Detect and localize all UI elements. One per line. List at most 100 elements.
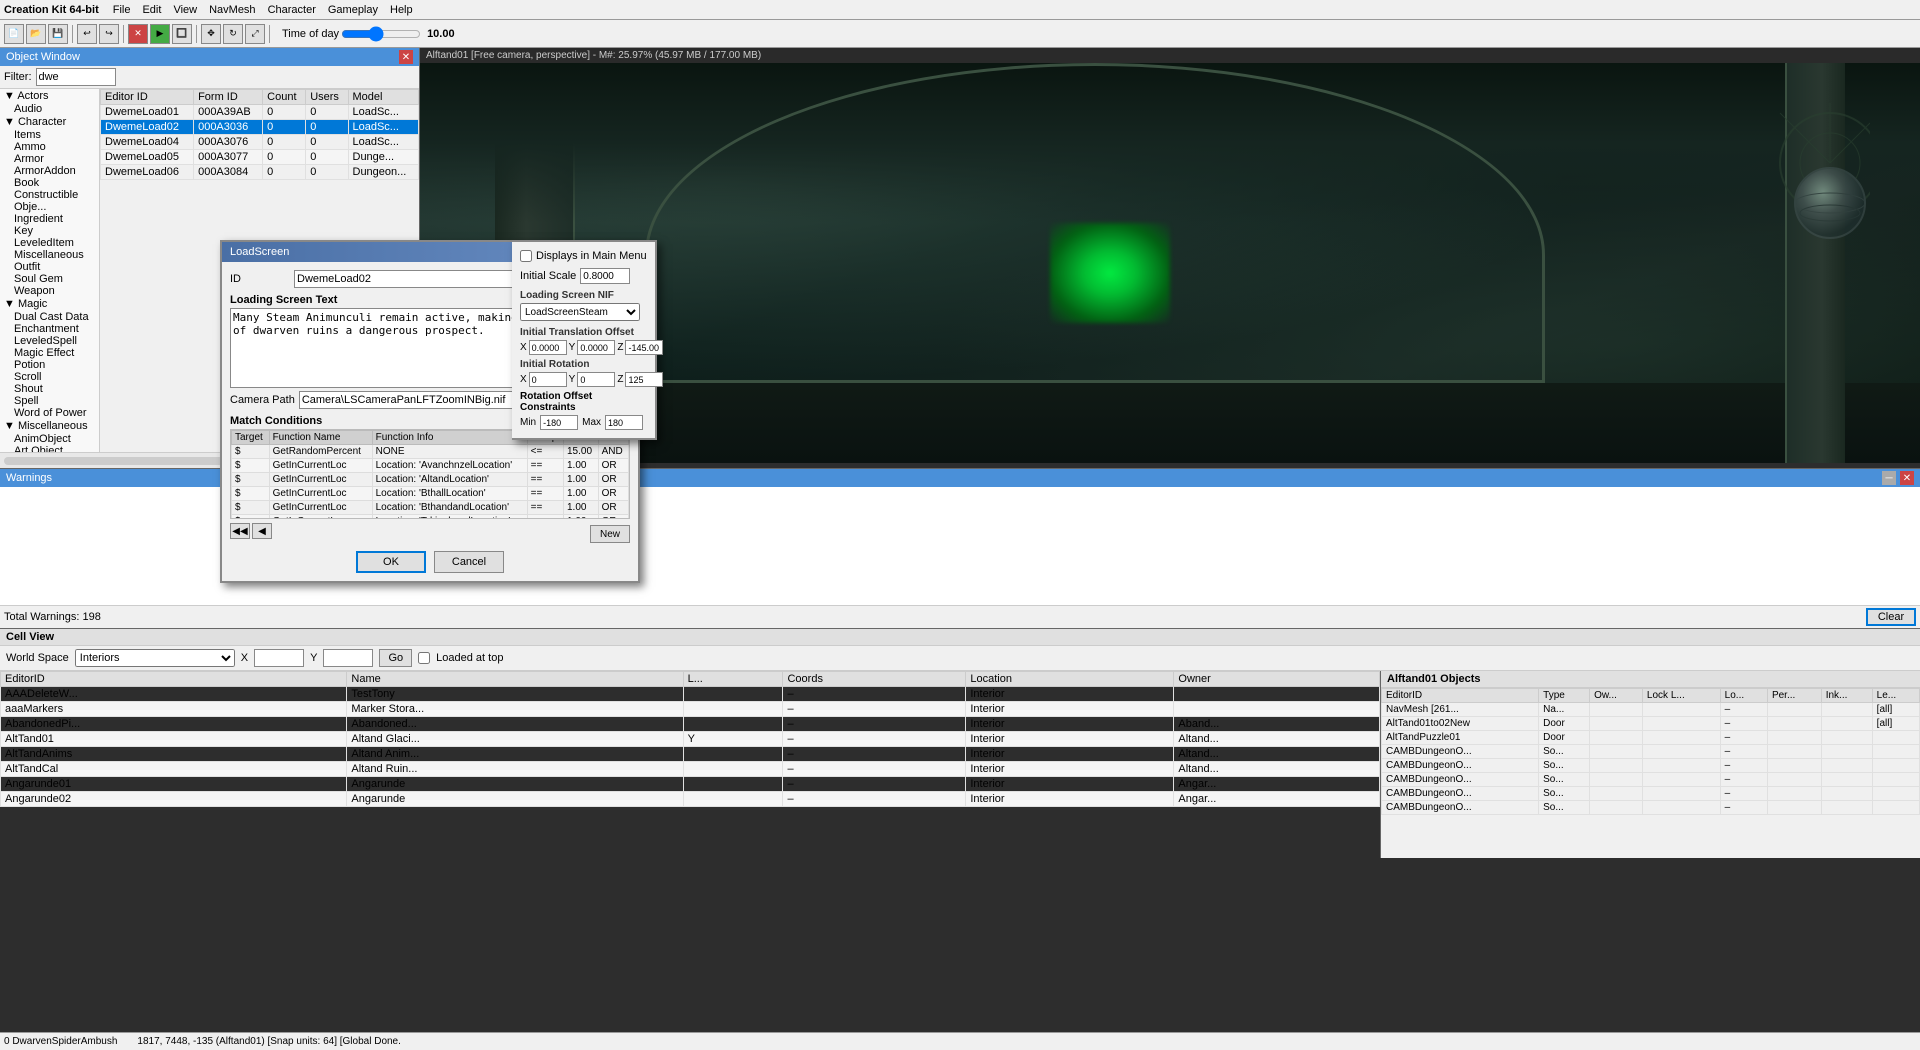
cell-table-row[interactable]: AbandonedPi...Abandoned...–InteriorAband… — [1, 717, 1380, 732]
cell-table-row[interactable]: Angarunde01Angarunde–InteriorAngar... — [1, 777, 1380, 792]
tree-scroll[interactable]: Scroll — [0, 371, 99, 383]
toolbar-open[interactable]: 📂 — [26, 24, 46, 44]
menu-navmesh[interactable]: NavMesh — [203, 3, 261, 17]
object-table-row[interactable]: DwemeLoad04000A307600LoadSc... — [101, 135, 419, 150]
match-table-row[interactable]: $GetInCurrentLocLocation: 'AltandLocatio… — [232, 473, 629, 487]
cell-table-row[interactable]: AltTand01Altand Glaci...Y–InteriorAltand… — [1, 732, 1380, 747]
cell-col-name[interactable]: Name — [347, 672, 683, 687]
warnings-close[interactable]: ✕ — [1900, 471, 1914, 485]
cell-col-coords[interactable]: Coords — [783, 672, 966, 687]
tree-miscellaneous[interactable]: ▼ Miscellaneous — [0, 419, 99, 433]
nif-select[interactable]: LoadScreenSteam — [520, 303, 640, 321]
object-table-row[interactable]: DwemeLoad01000A39AB00LoadSc... — [101, 105, 419, 120]
tree-armor[interactable]: Armor — [0, 153, 99, 165]
object-table-row[interactable]: DwemeLoad05000A307700Dunge... — [101, 150, 419, 165]
tree-soulgem[interactable]: Soul Gem — [0, 273, 99, 285]
tree-potion[interactable]: Potion — [0, 359, 99, 371]
object-table-row[interactable]: DwemeLoad06000A308400Dungeon... — [101, 165, 419, 180]
filter-input[interactable] — [36, 68, 116, 86]
col-users[interactable]: Users — [306, 90, 348, 105]
min-input[interactable] — [540, 415, 578, 430]
alftand-table-row[interactable]: NavMesh [261...Na...–[all] — [1382, 703, 1920, 717]
trans-x-input[interactable] — [529, 340, 567, 355]
alftand-table-row[interactable]: CAMBDungeonO...So...– — [1382, 787, 1920, 801]
trans-y-input[interactable] — [577, 340, 615, 355]
alftand-table-row[interactable]: CAMBDungeonO...So...– — [1382, 745, 1920, 759]
cell-x-input[interactable] — [254, 649, 304, 667]
match-table-row[interactable]: $GetInCurrentLocLocation: 'BthandandLoca… — [232, 501, 629, 515]
tree-audio[interactable]: Audio — [0, 103, 99, 115]
tree-book[interactable]: Book — [0, 177, 99, 189]
loaded-at-top-checkbox[interactable] — [418, 652, 430, 664]
tree-weapon[interactable]: Weapon — [0, 285, 99, 297]
alftand-table-row[interactable]: CAMBDungeonO...So...– — [1382, 773, 1920, 787]
tree-shout[interactable]: Shout — [0, 383, 99, 395]
tree-items[interactable]: Items — [0, 129, 99, 141]
match-col-info[interactable]: Function Info — [372, 431, 527, 445]
object-window-close[interactable]: ✕ — [399, 50, 413, 64]
match-col-target[interactable]: Target — [232, 431, 270, 445]
tree-key[interactable]: Key — [0, 225, 99, 237]
initial-scale-input[interactable] — [580, 268, 630, 284]
cell-table-row[interactable]: AltTandCalAltand Ruin...–InteriorAltand.… — [1, 762, 1380, 777]
menu-gameplay[interactable]: Gameplay — [322, 3, 384, 17]
cell-table-row[interactable]: AAADeleteW...TestTony–Interior — [1, 687, 1380, 702]
alftand-col-lo[interactable]: Lo... — [1720, 689, 1767, 703]
toolbar-rotate[interactable]: ↻ — [223, 24, 243, 44]
menu-edit[interactable]: Edit — [136, 3, 167, 17]
alftand-col-le[interactable]: Le... — [1872, 689, 1919, 703]
toolbar-scale[interactable]: ⤢ — [245, 24, 265, 44]
tree-wordofpower[interactable]: Word of Power — [0, 407, 99, 419]
menu-help[interactable]: Help — [384, 3, 419, 17]
alftand-col-type[interactable]: Type — [1539, 689, 1590, 703]
nav-prev[interactable]: ◀ — [252, 523, 272, 539]
col-editor-id[interactable]: Editor ID — [101, 90, 194, 105]
toolbar-redo[interactable]: ↪ — [99, 24, 119, 44]
match-table-row[interactable]: $GetInCurrentLocLocation: 'TrkinghandLoc… — [232, 515, 629, 520]
alftand-col-ink[interactable]: Ink... — [1821, 689, 1872, 703]
tree-actors[interactable]: ▼ Actors — [0, 89, 99, 103]
tree-ingredient[interactable]: Ingredient — [0, 213, 99, 225]
cell-table-row[interactable]: AltTandAnimsAltand Anim...–InteriorAltan… — [1, 747, 1380, 762]
dialog-ok-btn[interactable]: OK — [356, 551, 426, 573]
tree-enchantment[interactable]: Enchantment — [0, 323, 99, 335]
rot-y-input[interactable] — [577, 372, 615, 387]
tree-leveleditem[interactable]: LeveledItem — [0, 237, 99, 249]
tree-dualcast[interactable]: Dual Cast Data — [0, 311, 99, 323]
alftand-table-row[interactable]: CAMBDungeonO...So...– — [1382, 759, 1920, 773]
warnings-minimize[interactable]: ─ — [1882, 471, 1896, 485]
menu-view[interactable]: View — [167, 3, 203, 17]
menu-character[interactable]: Character — [262, 3, 322, 17]
world-space-select[interactable]: Interiors — [75, 649, 235, 667]
menu-file[interactable]: File — [107, 3, 137, 17]
tree-artobject[interactable]: Art Object — [0, 445, 99, 452]
rot-x-input[interactable] — [529, 372, 567, 387]
cell-col-l[interactable]: L... — [683, 672, 783, 687]
match-table-row[interactable]: $GetRandomPercentNONE<=15.00AND — [232, 445, 629, 459]
alftand-table-row[interactable]: CAMBDungeonO...So...– — [1382, 801, 1920, 815]
tree-outfit[interactable]: Outfit — [0, 261, 99, 273]
cell-col-editorid[interactable]: EditorID — [1, 672, 347, 687]
tree-misc[interactable]: Miscellaneous — [0, 249, 99, 261]
tree-ammo[interactable]: Ammo — [0, 141, 99, 153]
cell-col-location[interactable]: Location — [966, 672, 1174, 687]
col-count[interactable]: Count — [263, 90, 306, 105]
alftand-col-ow[interactable]: Ow... — [1590, 689, 1643, 703]
tree-armoraddon[interactable]: ArmorAddon — [0, 165, 99, 177]
match-col-fn[interactable]: Function Name — [269, 431, 372, 445]
cell-table-row[interactable]: Angarunde02Angarunde–InteriorAngar... — [1, 792, 1380, 807]
match-table-row[interactable]: $GetInCurrentLocLocation: 'BthallLocatio… — [232, 487, 629, 501]
trans-z-input[interactable] — [625, 340, 663, 355]
toolbar-save[interactable]: 💾 — [48, 24, 68, 44]
tree-leveledspell[interactable]: LeveledSpell — [0, 335, 99, 347]
cell-col-owner[interactable]: Owner — [1174, 672, 1380, 687]
tree-constructible[interactable]: Constructible Obje... — [0, 189, 99, 213]
nav-prev-prev[interactable]: ◀◀ — [230, 523, 250, 539]
toolbar-green[interactable]: ▶ — [150, 24, 170, 44]
time-slider[interactable] — [341, 27, 421, 41]
alftand-col-per[interactable]: Per... — [1767, 689, 1821, 703]
tree-animobject[interactable]: AnimObject — [0, 433, 99, 445]
toolbar-move[interactable]: ✥ — [201, 24, 221, 44]
displays-main-menu-checkbox[interactable] — [520, 250, 532, 262]
alftand-col-lock[interactable]: Lock L... — [1642, 689, 1720, 703]
